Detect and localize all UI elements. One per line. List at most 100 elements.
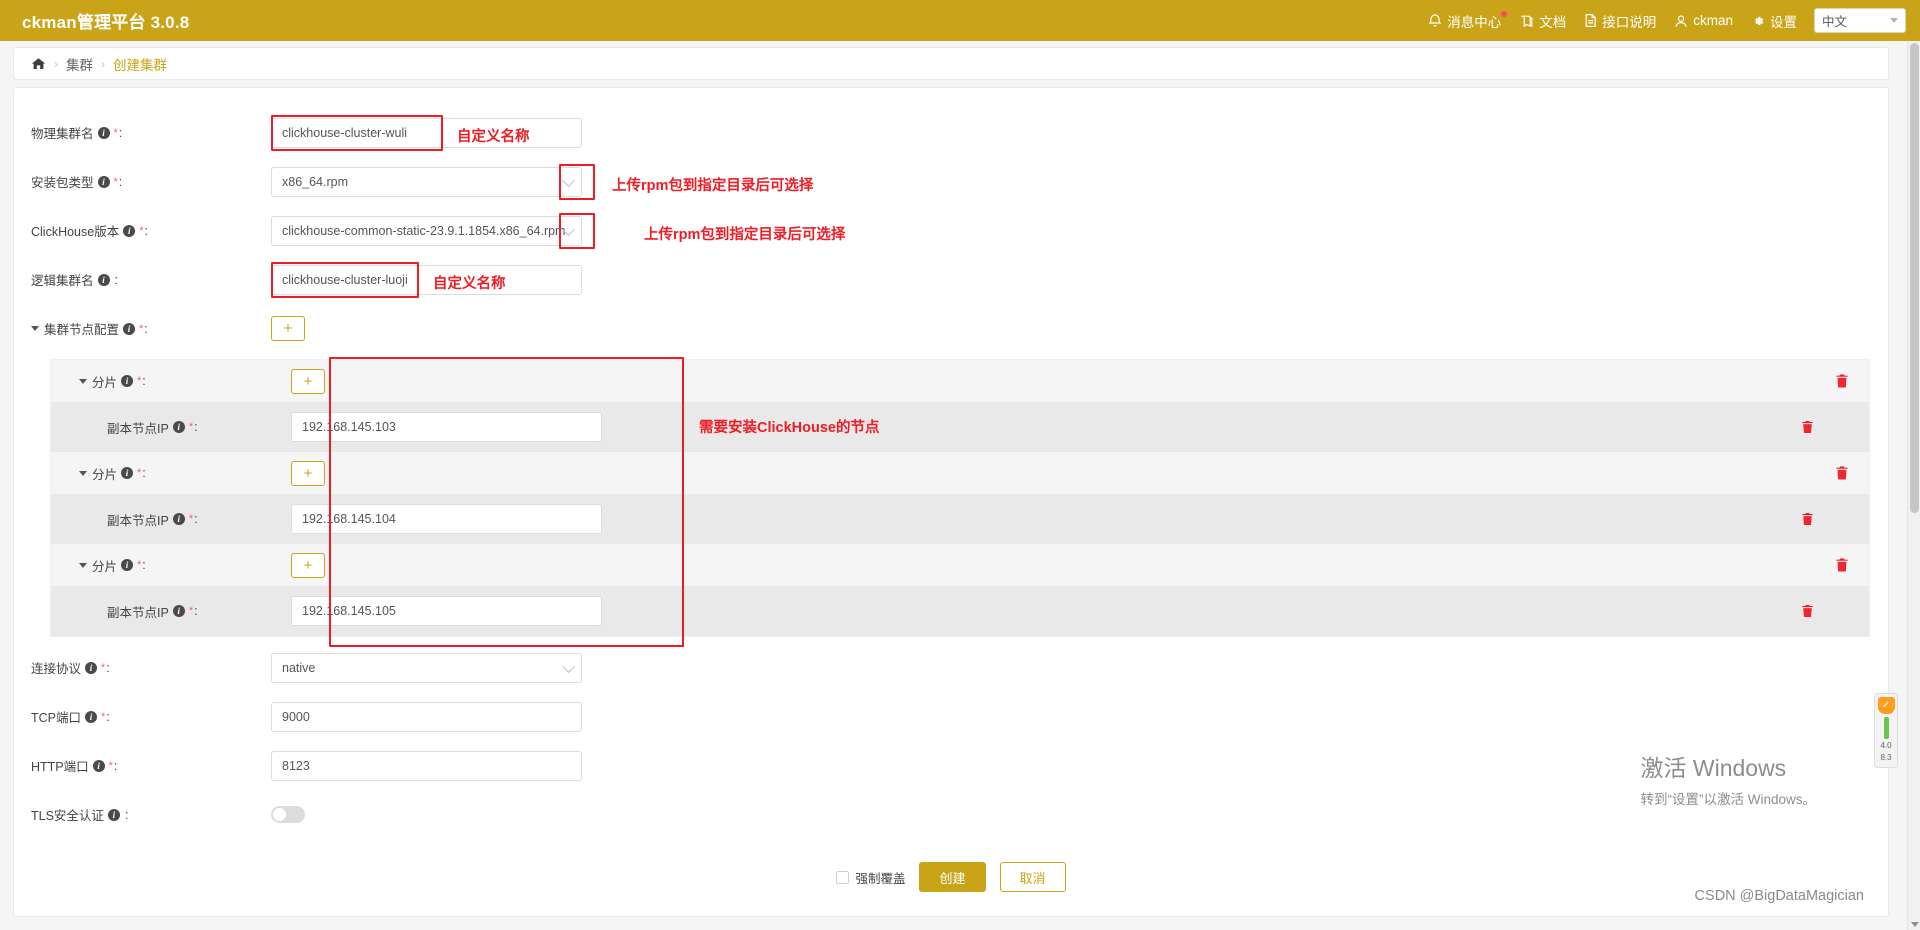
delete-replica-icon[interactable] xyxy=(1801,604,1814,618)
info-icon[interactable]: i xyxy=(123,224,136,237)
required-marker: * xyxy=(101,661,106,674)
form-actions: 强制覆盖 创建 取消 xyxy=(14,862,1888,892)
force-overwrite-checkbox[interactable] xyxy=(836,870,850,884)
replica-ip-input[interactable]: 192.168.145.104 xyxy=(291,504,602,534)
info-icon[interactable]: i xyxy=(97,273,110,286)
label-colon: : xyxy=(106,709,110,724)
logical-cluster-label: 逻辑集群名 i : xyxy=(31,270,271,289)
clickhouse-version-select[interactable]: clickhouse-common-static-23.9.1.1854.x86… xyxy=(271,215,582,246)
field-row-node-config: 集群节点配置 i * : + xyxy=(14,304,1888,353)
breadcrumb-item-cluster[interactable]: 集群 xyxy=(66,54,93,74)
field-row-http-port: HTTP端口 i * : 8123 xyxy=(14,741,1888,790)
required-marker: * xyxy=(139,322,144,335)
collapse-triangle-icon[interactable] xyxy=(79,378,87,384)
clickhouse-version-control: clickhouse-common-static-23.9.1.1854.x86… xyxy=(271,212,845,249)
annotation-text-physical-cluster: 自定义名称 xyxy=(457,128,530,145)
annotation-text-logical-cluster: 自定义名称 xyxy=(433,275,506,292)
replica-label-text: 副本节点IP xyxy=(107,421,169,436)
shard-label-text: 分片 xyxy=(92,559,118,574)
tls-toggle[interactable] xyxy=(271,806,305,823)
nav-settings[interactable]: 设置 xyxy=(1742,0,1806,41)
info-icon[interactable]: i xyxy=(107,808,120,821)
info-icon[interactable]: i xyxy=(85,661,98,674)
book-icon xyxy=(1519,14,1534,28)
tls-label-text: TLS安全认证 xyxy=(31,809,104,823)
delete-shard-icon[interactable] xyxy=(1835,558,1849,573)
add-shard-button[interactable]: + xyxy=(271,316,305,341)
chevron-down-icon xyxy=(562,659,575,673)
physical-cluster-control: clickhouse-cluster-wuli 自定义名称 xyxy=(271,114,582,151)
floating-status-widget[interactable]: ✓ 4.0 8.3 xyxy=(1874,693,1898,768)
add-replica-button[interactable]: + xyxy=(291,368,325,394)
language-select[interactable]: 中文 xyxy=(1814,8,1906,33)
scrollbar-thumb[interactable] xyxy=(1910,43,1919,513)
language-select-value: 中文 xyxy=(1822,15,1848,29)
create-cluster-card: 物理集群名 i * : clickhouse-cluster-wuli 自定义名… xyxy=(13,87,1889,917)
field-row-tcp-port: TCP端口 i * : 9000 xyxy=(14,692,1888,741)
nav-message-center[interactable]: 消息中心 xyxy=(1419,0,1510,41)
physical-cluster-label-text: 物理集群名 xyxy=(31,127,94,141)
float-value-top: 4.0 xyxy=(1880,741,1892,751)
delete-shard-icon[interactable] xyxy=(1835,374,1849,389)
tcp-port-input[interactable]: 9000 xyxy=(271,701,582,732)
breadcrumb: › 集群 › 创建集群 xyxy=(13,47,1889,80)
replica-label: 副本节点IP i * : xyxy=(51,510,291,529)
package-type-select[interactable]: x86_64.rpm xyxy=(271,166,582,197)
physical-cluster-input[interactable]: clickhouse-cluster-wuli xyxy=(271,117,582,148)
replica-row: 副本节点IP i * : 192.168.145.104 xyxy=(51,494,1869,544)
force-overwrite-checkbox-wrap[interactable]: 强制覆盖 xyxy=(836,868,905,887)
delete-replica-icon[interactable] xyxy=(1801,512,1814,526)
scroll-down-arrow-icon[interactable] xyxy=(1911,922,1919,927)
info-icon[interactable]: i xyxy=(97,175,110,188)
logical-cluster-control: clickhouse-cluster-luoji 自定义名称 xyxy=(271,261,582,298)
add-replica-button[interactable]: + xyxy=(291,460,325,486)
nav-docs-label: 文档 xyxy=(1539,14,1567,30)
shard-label-text: 分片 xyxy=(92,467,118,482)
info-icon[interactable]: i xyxy=(97,126,110,139)
delete-shard-icon[interactable] xyxy=(1835,466,1849,481)
info-icon[interactable]: i xyxy=(172,605,185,617)
info-icon[interactable]: i xyxy=(123,322,136,335)
info-icon[interactable]: i xyxy=(121,467,134,479)
replica-ip-input[interactable]: 192.168.145.105 xyxy=(291,596,602,626)
clickhouse-version-label-text: ClickHouse版本 xyxy=(31,225,120,239)
nav-message-center-label: 消息中心 xyxy=(1447,14,1502,30)
shard-label: 分片 i * : xyxy=(51,556,291,575)
cancel-button[interactable]: 取消 xyxy=(999,862,1066,892)
info-icon[interactable]: i xyxy=(172,513,185,525)
breadcrumb-item-create-cluster: 创建集群 xyxy=(113,57,167,73)
protocol-select[interactable]: native xyxy=(271,652,582,683)
nav-api-label: 接口说明 xyxy=(1602,14,1657,30)
info-icon[interactable]: i xyxy=(85,710,98,723)
shard-label: 分片 i * : xyxy=(51,464,291,483)
status-bar-indicator xyxy=(1883,717,1889,740)
nav-api[interactable]: 接口说明 xyxy=(1575,0,1665,41)
nav-settings-label: 设置 xyxy=(1770,14,1797,30)
vertical-scrollbar[interactable] xyxy=(1907,41,1920,930)
tls-control xyxy=(271,806,305,823)
delete-replica-icon[interactable] xyxy=(1801,420,1814,434)
collapse-triangle-icon[interactable] xyxy=(79,470,87,476)
http-port-input[interactable]: 8123 xyxy=(271,750,582,781)
collapse-triangle-icon[interactable] xyxy=(31,326,39,331)
collapse-triangle-icon[interactable] xyxy=(79,562,87,568)
label-colon: : xyxy=(194,420,198,434)
info-icon[interactable]: i xyxy=(121,559,134,571)
add-replica-button[interactable]: + xyxy=(291,552,325,578)
info-icon[interactable]: i xyxy=(92,759,105,772)
replica-ip-input[interactable]: 192.168.145.103 xyxy=(291,412,602,442)
app-window: ckman管理平台 3.0.8 消息中心 文档 接口说明 ckman 设置 中文… xyxy=(0,0,1920,930)
info-icon[interactable]: i xyxy=(172,421,185,433)
nav-docs[interactable]: 文档 xyxy=(1510,0,1575,41)
home-icon[interactable] xyxy=(31,57,46,71)
float-value-bottom: 8.3 xyxy=(1880,753,1892,763)
label-colon: : xyxy=(144,321,148,336)
create-button[interactable]: 创建 xyxy=(919,862,986,892)
nav-user[interactable]: ckman xyxy=(1665,0,1742,41)
shield-icon: ✓ xyxy=(1877,697,1895,715)
shards-panel: 分片 i * : + 副本节点IP i *: 192.168.145.103 … xyxy=(50,357,1870,647)
required-marker: * xyxy=(137,559,142,571)
logical-cluster-input[interactable]: clickhouse-cluster-luoji xyxy=(271,264,582,295)
required-marker: * xyxy=(137,375,142,387)
info-icon[interactable]: i xyxy=(121,375,134,387)
